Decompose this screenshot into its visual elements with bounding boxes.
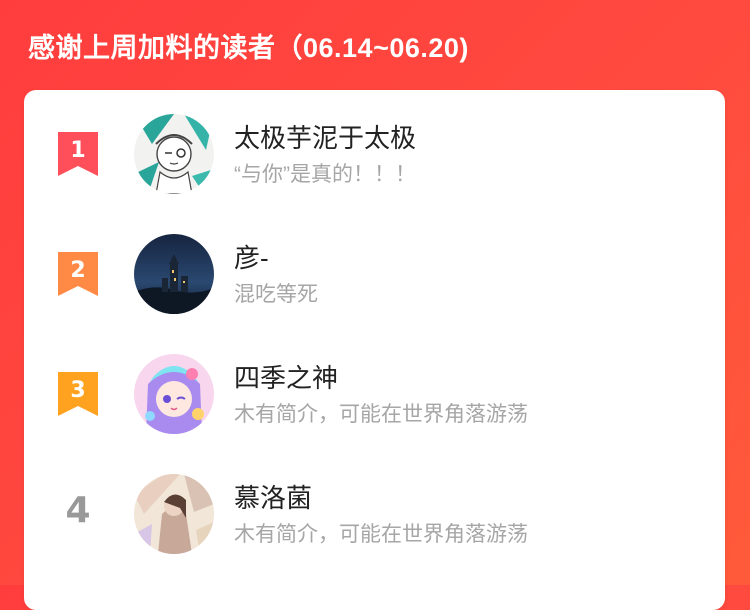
reader-description: 木有简介，可能在世界角落游荡 — [234, 403, 528, 426]
reader-name[interactable]: 慕洛菌 — [234, 478, 312, 515]
reader-description: 木有简介，可能在世界角落游荡 — [234, 523, 528, 546]
reader-row-3[interactable]: 3 四季之神 木有简介，可能在世界角落游荡 — [24, 344, 725, 444]
avatar[interactable] — [134, 114, 214, 194]
avatar[interactable] — [134, 354, 214, 434]
reader-description: “与你”是真的！！！ — [234, 163, 416, 186]
rank-number: 1 — [70, 138, 86, 163]
reader-list-card: 1 太极芋泥于太极 “与你”是真的！！！ 2 彦- 混吃等死 3 四季之神 木有… — [24, 90, 725, 610]
page-title: 感谢上周加料的读者（06.14~06.20) — [28, 33, 469, 63]
reader-row-4[interactable]: 4 慕洛菌 木有简介，可能在世界角落游荡 — [24, 464, 725, 564]
reader-row-2[interactable]: 2 彦- 混吃等死 — [24, 224, 725, 324]
reader-row-1[interactable]: 1 太极芋泥于太极 “与你”是真的！！！ — [24, 104, 725, 204]
reader-name[interactable]: 四季之神 — [234, 358, 338, 395]
rank-number: 4 — [65, 490, 91, 531]
reader-name[interactable]: 太极芋泥于太极 — [234, 118, 416, 155]
avatar[interactable] — [134, 474, 214, 554]
rank-ribbon-badge-3: 3 — [58, 372, 98, 416]
rank-ribbon-badge-2: 2 — [58, 252, 98, 296]
rank-number: 3 — [70, 378, 86, 403]
reader-name[interactable]: 彦- — [234, 238, 269, 275]
rank-ribbon-badge-1: 1 — [58, 132, 98, 176]
avatar[interactable] — [134, 234, 214, 314]
reader-description: 混吃等死 — [234, 283, 318, 306]
rank-number: 2 — [70, 258, 86, 283]
